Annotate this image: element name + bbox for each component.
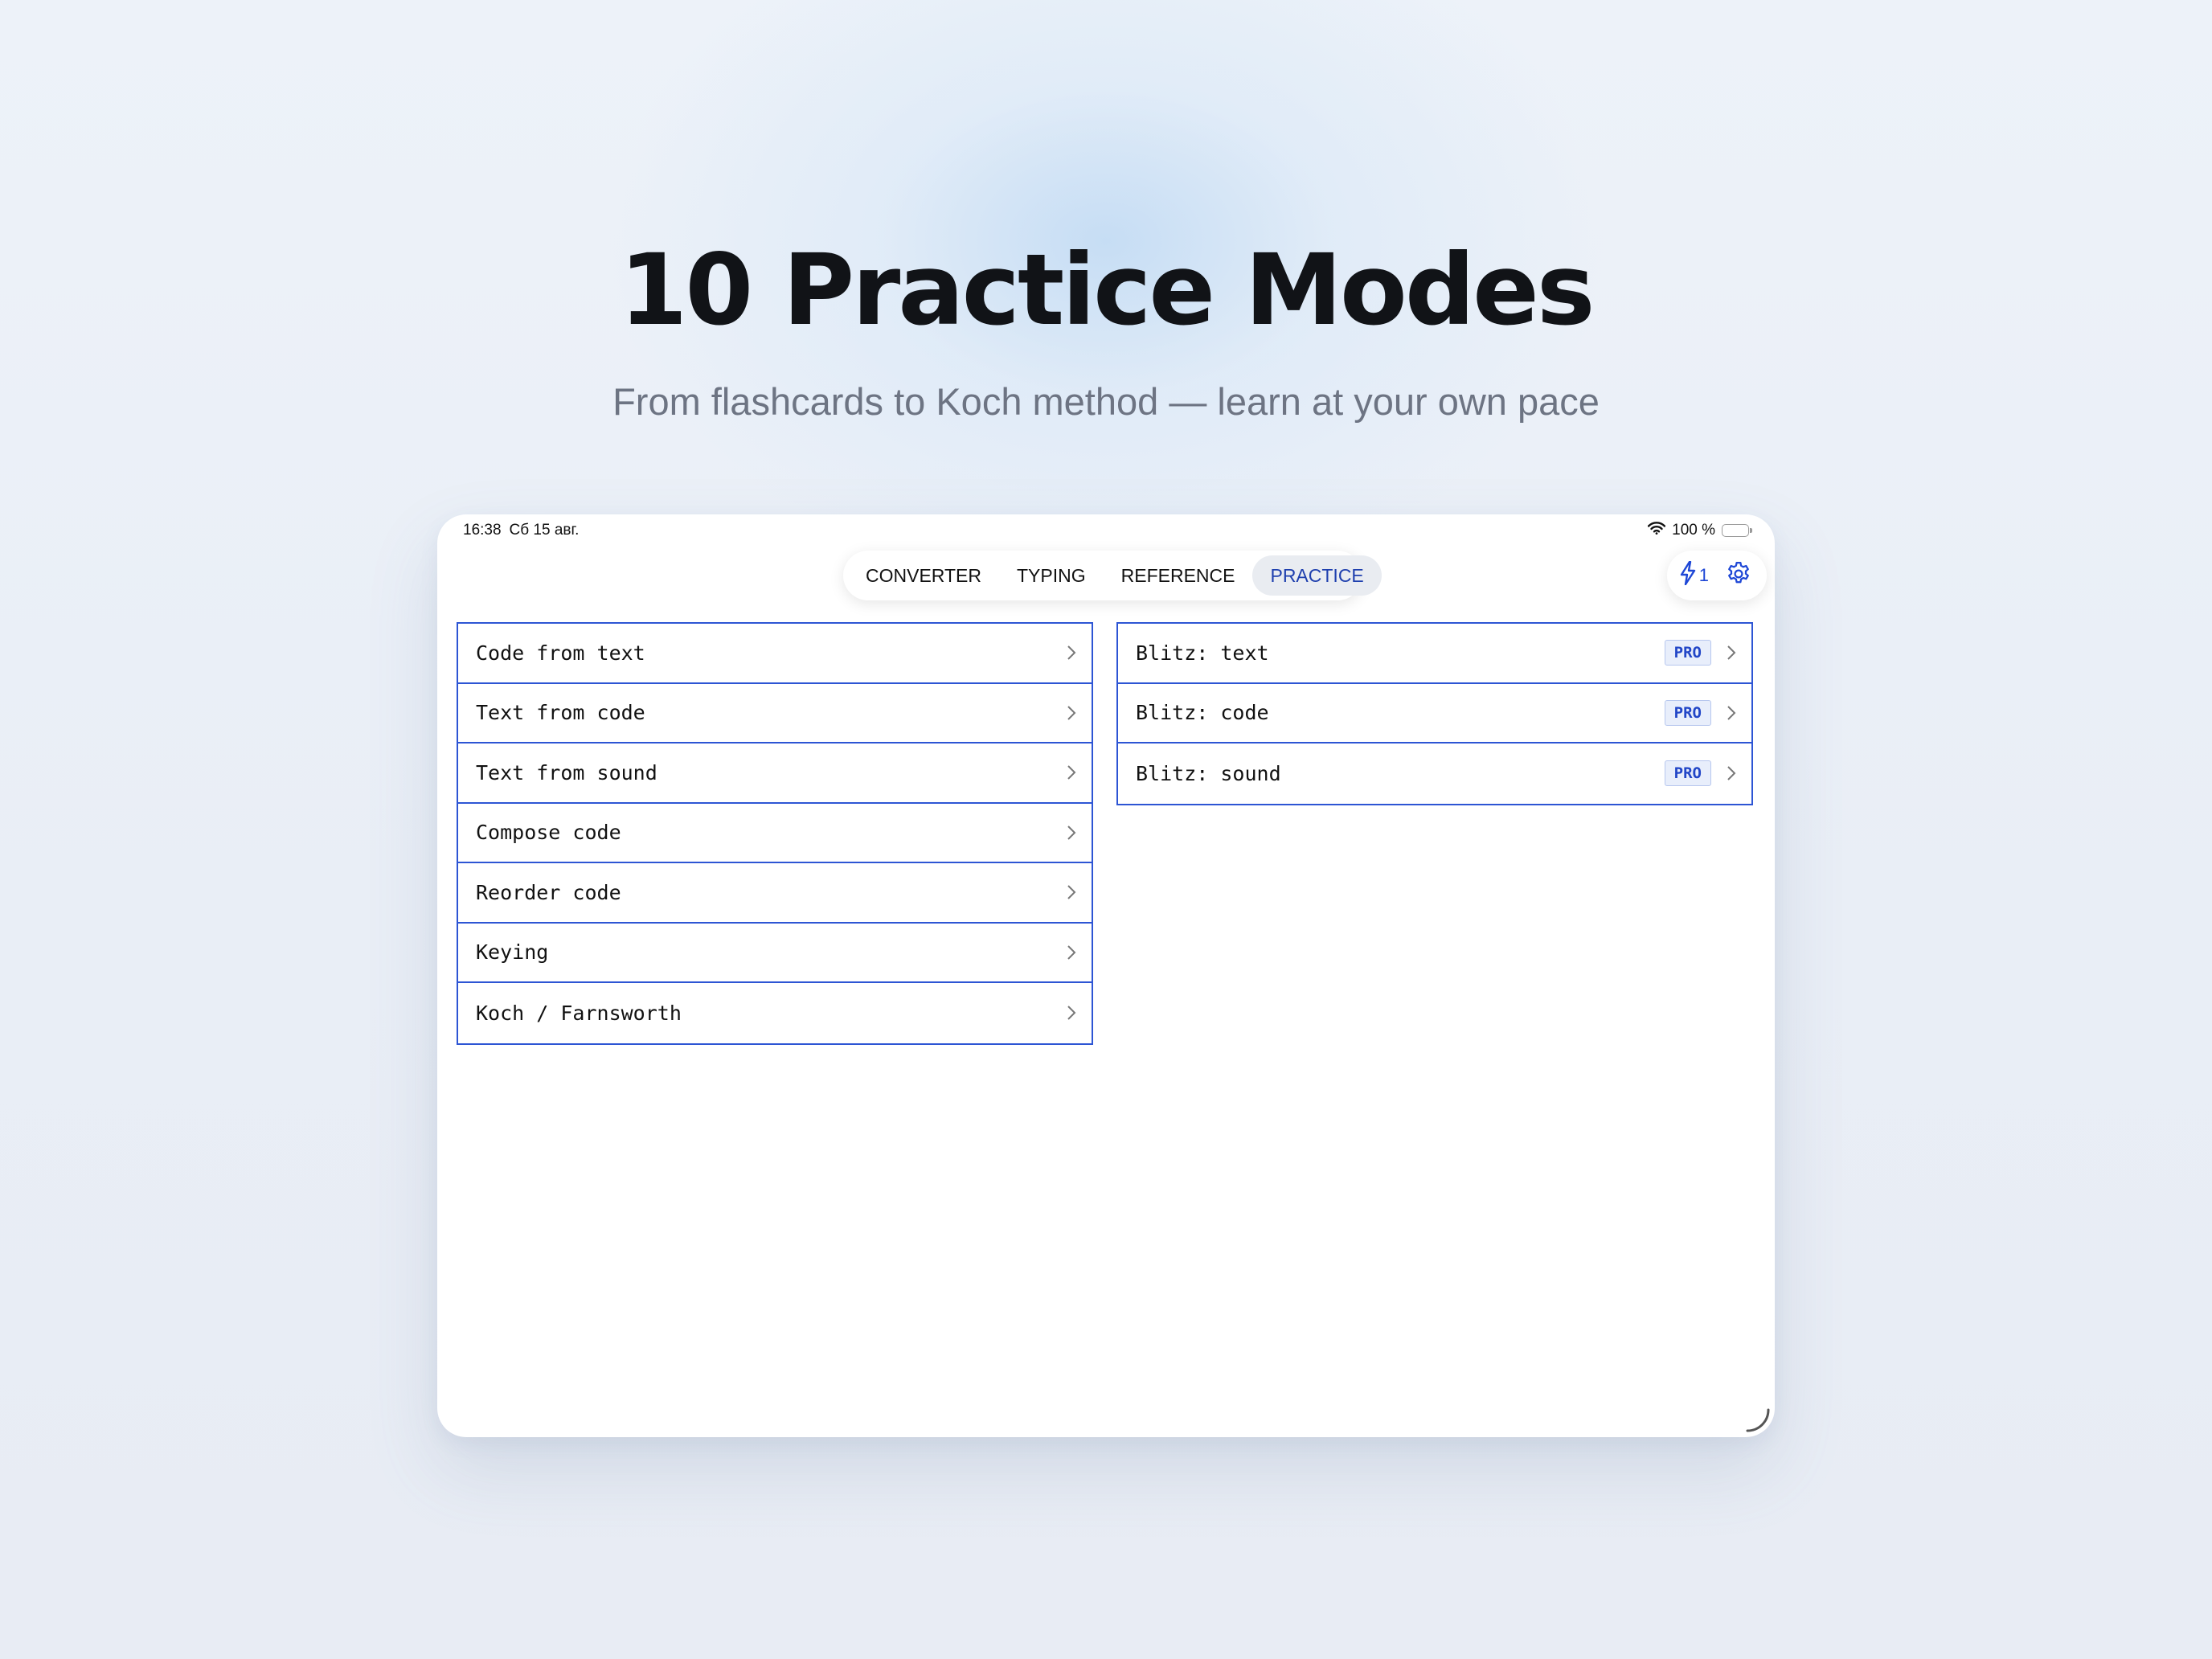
tab-typing[interactable]: TYPING — [999, 555, 1104, 596]
chevron-right-icon — [1066, 704, 1077, 722]
mode-label: Compose code — [476, 821, 621, 845]
mode-blitz-code[interactable]: Blitz: code PRO — [1118, 684, 1751, 743]
marketing-subtitle: From flashcards to Koch method — learn a… — [612, 380, 1600, 423]
tab-practice[interactable]: PRACTICE — [1252, 555, 1382, 596]
pro-badge: PRO — [1664, 640, 1711, 666]
mode-blitz-sound[interactable]: Blitz: sound PRO — [1118, 743, 1751, 804]
energy-button[interactable]: 1 — [1680, 560, 1709, 590]
mode-label: Reorder code — [476, 880, 621, 904]
mode-label: Text from code — [476, 701, 645, 725]
blitz-modes-list: Blitz: text PRO Blitz: code PRO Blitz: s… — [1116, 622, 1753, 805]
mode-label: Blitz: text — [1136, 641, 1269, 665]
tab-reference[interactable]: REFERENCE — [1104, 555, 1253, 596]
settings-button[interactable] — [1725, 560, 1752, 592]
mode-label: Keying — [476, 940, 549, 965]
resize-corner-icon — [1741, 1403, 1773, 1436]
segmented-tab-bar: CONVERTER TYPING REFERENCE PRACTICE — [843, 551, 1382, 600]
chevron-right-icon — [1726, 644, 1737, 662]
chevron-right-icon — [1726, 764, 1737, 782]
chevron-right-icon — [1726, 704, 1737, 722]
mode-keying[interactable]: Keying — [458, 924, 1092, 983]
status-date: Сб 15 авг. — [509, 522, 580, 539]
chevron-right-icon — [1066, 764, 1077, 781]
practice-modes-list: Code from text Text from code Text from … — [457, 622, 1093, 1045]
lightning-icon — [1680, 560, 1696, 590]
top-actions: 1 — [1666, 551, 1767, 600]
ipad-screen: 16:38 Сб 15 авг. 100 % CONVERTER TYPING R… — [437, 514, 1775, 1437]
chevron-right-icon — [1066, 883, 1077, 901]
battery-icon — [1722, 524, 1752, 537]
mode-label: Blitz: sound — [1136, 761, 1281, 785]
status-bar-left: 16:38 Сб 15 авг. — [463, 522, 579, 539]
chevron-right-icon — [1066, 1004, 1077, 1022]
pro-badge: PRO — [1664, 760, 1711, 787]
pro-badge: PRO — [1664, 699, 1711, 726]
status-bar-right: 100 % — [1647, 522, 1752, 539]
marketing-title: 10 Practice Modes — [619, 233, 1595, 347]
tab-converter[interactable]: CONVERTER — [848, 555, 999, 596]
mode-label: Koch / Farnsworth — [476, 1001, 682, 1025]
mode-label: Blitz: code — [1136, 701, 1269, 725]
battery-percent: 100 % — [1672, 522, 1715, 539]
mode-label: Text from sound — [476, 760, 657, 784]
gear-icon — [1725, 560, 1752, 592]
wifi-icon — [1647, 522, 1666, 539]
mode-reorder-code[interactable]: Reorder code — [458, 863, 1092, 924]
mode-blitz-text[interactable]: Blitz: text PRO — [1118, 624, 1751, 684]
chevron-right-icon — [1066, 644, 1077, 662]
status-time: 16:38 — [463, 522, 502, 539]
mode-text-from-code[interactable]: Text from code — [458, 684, 1092, 743]
mode-label: Code from text — [476, 641, 645, 665]
chevron-right-icon — [1066, 944, 1077, 961]
mode-code-from-text[interactable]: Code from text — [458, 624, 1092, 684]
chevron-right-icon — [1066, 824, 1077, 842]
mode-compose-code[interactable]: Compose code — [458, 804, 1092, 863]
energy-count: 1 — [1698, 565, 1709, 585]
mode-text-from-sound[interactable]: Text from sound — [458, 743, 1092, 804]
mode-koch-farnsworth[interactable]: Koch / Farnsworth — [458, 983, 1092, 1043]
